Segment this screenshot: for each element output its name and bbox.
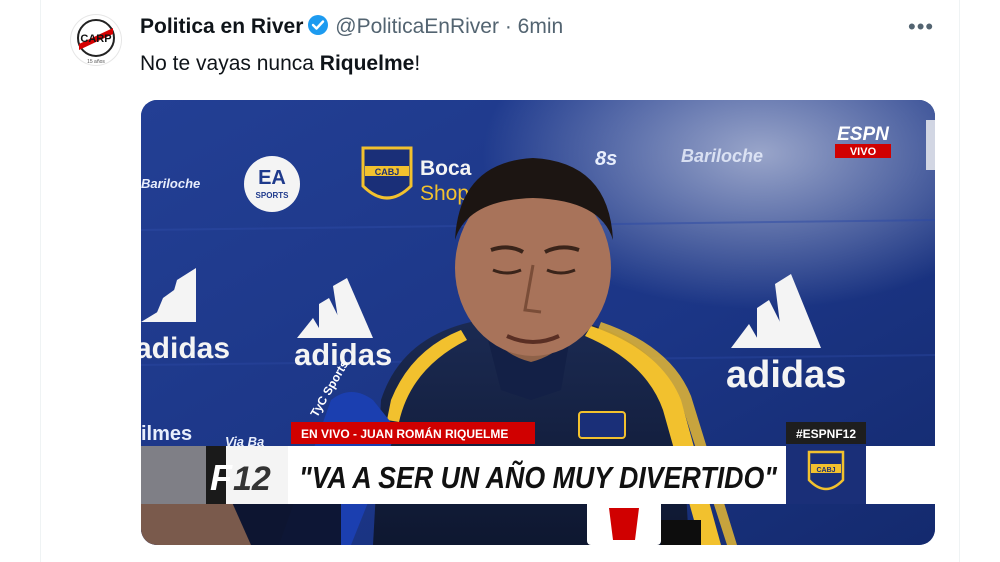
timestamp[interactable]: 6min	[518, 15, 564, 38]
espn-vivo: VIVO	[850, 146, 877, 158]
hashtag: #ESPNF12	[796, 427, 856, 441]
verified-badge-icon	[307, 14, 329, 42]
tweet-media-image[interactable]: Bariloche EA SPORTS CABJ Boca Shop 8s Ba…	[141, 100, 935, 545]
more-options-icon[interactable]: •••	[908, 14, 934, 40]
sponsor-bariloche: Bariloche	[141, 176, 200, 191]
partial-sponsor: 8s	[595, 148, 617, 170]
crest-small-text: CABJ	[816, 467, 835, 474]
avatar-caption: 15 años	[87, 59, 105, 65]
boca-crest-icon: CABJ	[361, 146, 413, 200]
avatar[interactable]: CARP 15 años	[70, 14, 122, 66]
partial-sponsor-ilmes: ilmes	[141, 423, 192, 445]
espn-logo: ESPN	[837, 124, 890, 145]
tweet-text-bold: Riquelme	[319, 52, 415, 75]
lower-third-tag: EN VIVO - JUAN ROMÁN RIQUELME	[301, 426, 508, 441]
ea-logo-text: EA	[258, 167, 286, 189]
tweet-text-suffix: !	[414, 52, 421, 75]
espn-vivo-badge: ESPN VIVO	[835, 124, 891, 158]
tweet-text-prefix: No te vayas nunca	[140, 52, 320, 75]
sponsor-bariloche-right: Bariloche	[681, 146, 763, 166]
display-name[interactable]: Politica en River	[140, 15, 303, 38]
adidas-word-right: adidas	[726, 354, 846, 396]
river-plate-crest-icon: CARP 15 años	[77, 19, 115, 65]
press-conference-scene: Bariloche EA SPORTS CABJ Boca Shop 8s Ba…	[141, 100, 935, 545]
adidas-word-left: adidas	[141, 332, 230, 365]
headline: "VA A SER UN AÑO MUY DIVERTIDO"	[299, 460, 778, 495]
tweet-header: Politica en River @PoliticaEnRiver · 6mi…	[140, 14, 563, 42]
handle[interactable]: @PoliticaEnRiver	[335, 15, 499, 38]
tweet-text: No te vayas nunca Riquelme!	[140, 52, 420, 76]
avatar-letters: CARP	[80, 33, 111, 45]
ea-logo-sub: SPORTS	[256, 191, 290, 200]
separator: ·	[504, 15, 512, 38]
crest-text: CABJ	[375, 167, 400, 177]
f12-number: 12	[233, 460, 271, 498]
ea-sports-logo: EA SPORTS	[244, 156, 300, 212]
f12-letter: F	[210, 457, 233, 498]
boca-shop-line1: Boca	[420, 157, 472, 180]
boca-shop-line2: Shop	[420, 182, 469, 205]
